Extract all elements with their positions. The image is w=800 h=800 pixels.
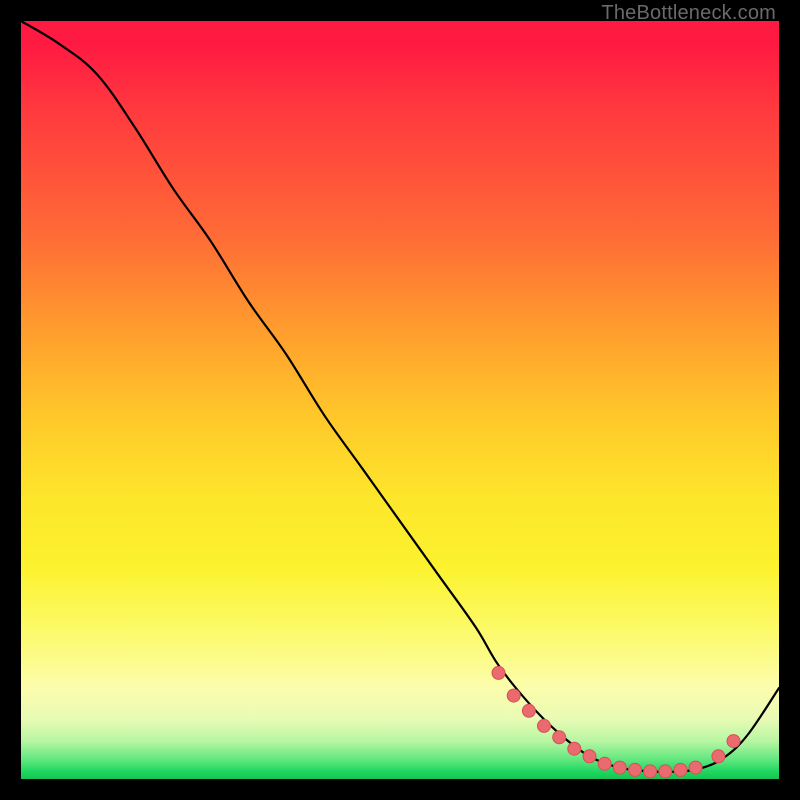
bottleneck-curve: [21, 21, 779, 772]
curve-dot: [674, 763, 687, 776]
curve-dots-group: [492, 666, 740, 778]
plot-area: [21, 21, 779, 779]
curve-dot: [492, 666, 505, 679]
curve-dot: [507, 689, 520, 702]
curve-dot: [522, 704, 535, 717]
curve-dot: [613, 761, 626, 774]
curve-dot: [644, 765, 657, 778]
chart-frame: TheBottleneck.com: [0, 0, 800, 800]
curve-dot: [659, 765, 672, 778]
curve-svg: [21, 21, 779, 779]
curve-dot: [538, 719, 551, 732]
curve-dot: [689, 761, 702, 774]
curve-dot: [712, 750, 725, 763]
curve-dot: [598, 757, 611, 770]
curve-dot: [727, 735, 740, 748]
curve-dot: [629, 763, 642, 776]
curve-dot: [568, 742, 581, 755]
curve-dot: [583, 750, 596, 763]
curve-dot: [553, 731, 566, 744]
